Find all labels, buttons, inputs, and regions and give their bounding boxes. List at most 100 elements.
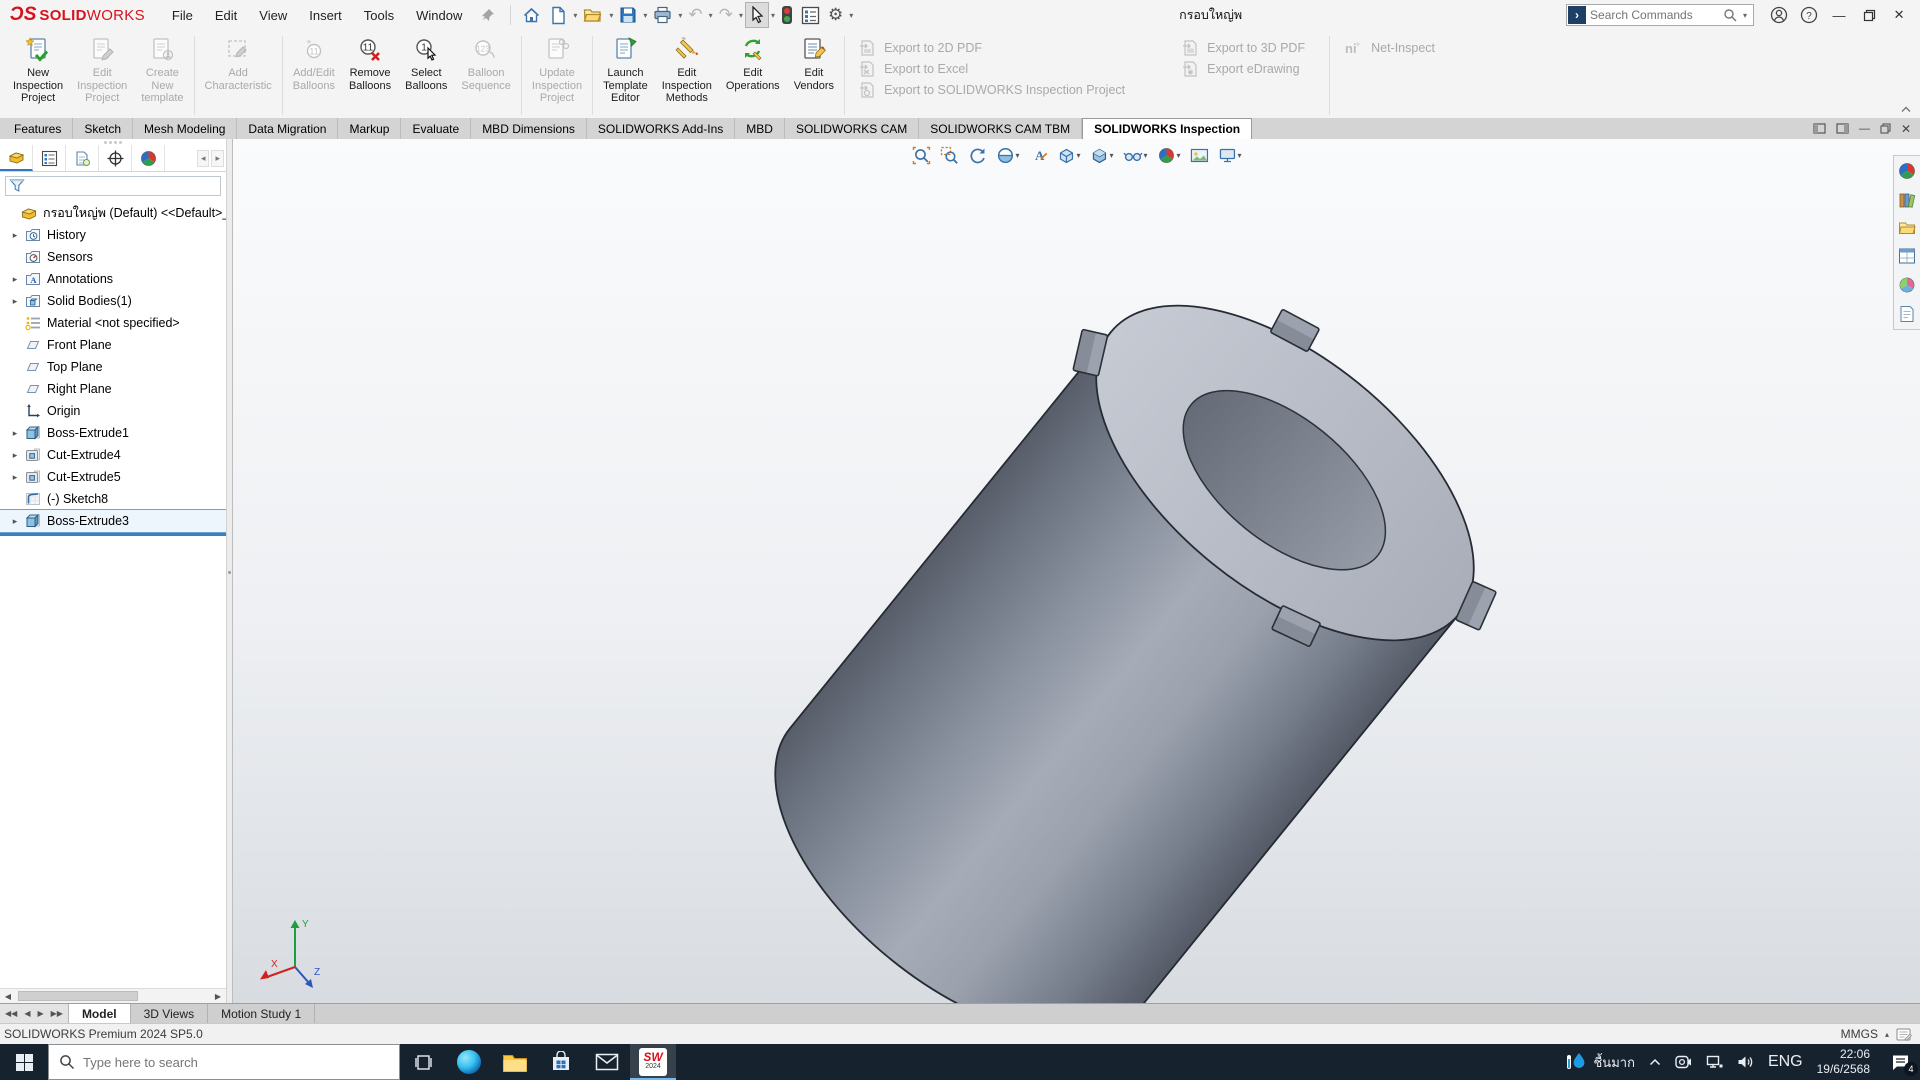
edit-vendors-button[interactable]: Edit Vendors [787, 33, 841, 118]
tab-data-migration[interactable]: Data Migration [237, 118, 338, 139]
meet-now-button[interactable] [1668, 1044, 1699, 1080]
doc-close-icon[interactable]: ✕ [1901, 122, 1911, 136]
add-characteristic-button[interactable]: Add Characteristic [198, 33, 279, 118]
menu-edit[interactable]: Edit [204, 3, 248, 28]
task-view-button[interactable] [400, 1044, 446, 1080]
displaymanager-tab[interactable] [132, 145, 165, 171]
tree-item-front-plane[interactable]: Front Plane [0, 334, 226, 356]
tree-item-root[interactable]: กรอบใหญ่พ (Default) <<Default>_Displ [0, 202, 226, 224]
last-tab-icon[interactable]: ▶▶ [48, 1008, 66, 1019]
edge-browser-button[interactable] [446, 1044, 492, 1080]
tag-editor-icon[interactable] [1896, 1027, 1912, 1042]
print-icon[interactable] [649, 2, 676, 28]
export-3d-pdf-button[interactable]: Export to 3D PDF [1181, 37, 1305, 58]
rebuild-icon[interactable] [777, 2, 797, 28]
select-tool-icon[interactable] [745, 2, 769, 28]
search-dropdown-caret[interactable]: ▾ [1743, 11, 1747, 20]
tree-item-sensors[interactable]: Sensors [0, 246, 226, 268]
menu-view[interactable]: View [248, 3, 298, 28]
scrollbar-track[interactable] [16, 989, 210, 1003]
tab-evaluate[interactable]: Evaluate [401, 118, 471, 139]
expand-arrow-icon[interactable]: ▸ [6, 428, 24, 439]
tree-item-top-plane[interactable]: Top Plane [0, 356, 226, 378]
file-explorer-button[interactable] [492, 1044, 538, 1080]
prev-tab-icon[interactable]: ◀ [21, 1008, 33, 1019]
taskbar-search[interactable] [48, 1044, 400, 1080]
edit-inspection-project-button[interactable]: Edit Inspection Project [70, 33, 134, 118]
select-dropdown-caret[interactable]: ▾ [771, 11, 775, 20]
rollback-bar[interactable] [0, 533, 226, 536]
tab-sketch[interactable]: Sketch [73, 118, 133, 139]
pane-right-icon[interactable] [1836, 123, 1849, 134]
section-view-icon[interactable]: ▾ [992, 143, 1022, 167]
menu-file[interactable]: File [161, 3, 204, 28]
new-inspection-project-button[interactable]: New Inspection Project [6, 33, 70, 118]
tree-item-boss-extrude3[interactable]: ▸ Boss-Extrude3 [0, 510, 226, 532]
expand-arrow-icon[interactable]: ▸ [6, 516, 24, 527]
tree-item-boss-extrude1[interactable]: ▸ Boss-Extrude1 [0, 422, 226, 444]
first-tab-icon[interactable]: ◀◀ [2, 1008, 20, 1019]
menu-tools[interactable]: Tools [353, 3, 405, 28]
volume-button[interactable] [1730, 1044, 1761, 1080]
tree-item-annotations[interactable]: ▸ A Annotations [0, 268, 226, 290]
zoom-to-fit-icon[interactable] [908, 143, 933, 167]
tab-solidworks-add-ins[interactable]: SOLIDWORKS Add-Ins [587, 118, 735, 139]
tab-motion-study-1[interactable]: Motion Study 1 [208, 1004, 315, 1023]
settings-gear-icon[interactable]: ⚙ [824, 2, 847, 28]
close-button[interactable]: ✕ [1884, 2, 1914, 28]
tab-model[interactable]: Model [69, 1004, 131, 1023]
dimxpertmanager-tab[interactable] [99, 145, 132, 171]
view-palette-icon[interactable] [1898, 247, 1916, 265]
tab-mbd[interactable]: MBD [735, 118, 785, 139]
export-2d-pdf-button[interactable]: Export to 2D PDF [858, 37, 1125, 58]
doc-restore-icon[interactable] [1880, 123, 1891, 134]
update-inspection-project-button[interactable]: Update Inspection Project [525, 33, 589, 118]
tree-filter-input[interactable] [5, 176, 221, 196]
export-solidworks-inspection-project-button[interactable]: Export to SOLIDWORKS Inspection Project [858, 79, 1125, 100]
start-button[interactable] [0, 1044, 48, 1080]
export-excel-button[interactable]: Export to Excel [858, 58, 1125, 79]
balloon-sequence-button[interactable]: 123 Balloon Sequence [454, 33, 518, 118]
model-3d-cylinder[interactable] [233, 139, 1920, 1003]
scroll-right-icon[interactable]: ▶ [210, 989, 226, 1003]
tab-markup[interactable]: Markup [338, 118, 401, 139]
edit-inspection-methods-button[interactable]: Edit Inspection Methods [655, 33, 719, 118]
tab-solidworks-cam-tbm[interactable]: SOLIDWORKS CAM TBM [919, 118, 1082, 139]
tab-solidworks-cam[interactable]: SOLIDWORKS CAM [785, 118, 919, 139]
launch-template-editor-button[interactable]: Launch Template Editor [596, 33, 655, 118]
open-document-icon[interactable] [579, 2, 607, 28]
featuremanager-tab[interactable] [0, 145, 33, 171]
next-tab-icon[interactable]: ▶ [34, 1008, 46, 1019]
edit-appearance-icon[interactable]: ▾ [1154, 143, 1184, 167]
dynamic-annotation-views-icon[interactable]: A [1025, 143, 1050, 167]
account-icon[interactable] [1764, 2, 1794, 28]
language-indicator[interactable]: ENG [1761, 1044, 1810, 1080]
appearances-scenes-icon[interactable] [1898, 276, 1916, 294]
expand-arrow-icon[interactable]: ▸ [6, 450, 24, 461]
clock[interactable]: 22:06 19/6/2568 [1810, 1044, 1880, 1080]
scroll-left-icon[interactable]: ◀ [0, 989, 16, 1003]
previous-view-icon[interactable] [964, 143, 989, 167]
pane-left-icon[interactable] [1813, 123, 1826, 134]
tab-mesh-modeling[interactable]: Mesh Modeling [133, 118, 237, 139]
edit-operations-button[interactable]: Edit Operations [719, 33, 787, 118]
tree-item-material[interactable]: Material <not specified> [0, 312, 226, 334]
redo-dropdown-caret[interactable]: ▾ [739, 11, 743, 20]
create-new-template-button[interactable]: Create New template [134, 33, 190, 118]
search-icon[interactable] [1723, 8, 1737, 22]
net-inspect-button[interactable]: ni Net-Inspect [1343, 37, 1435, 58]
custom-properties-icon[interactable] [1898, 305, 1916, 323]
dropdown-caret[interactable]: ▾ [1238, 151, 1242, 160]
propertymanager-tab[interactable] [33, 145, 66, 171]
view-settings-icon[interactable]: ▾ [1215, 143, 1245, 167]
action-center-button[interactable]: 4 [1880, 1044, 1920, 1080]
add-edit-balloons-button[interactable]: 11 Add/Edit Balloons [286, 33, 342, 118]
view-orientation-icon[interactable]: ▾ [1053, 143, 1083, 167]
tree-item-solid-bodies[interactable]: ▸ Solid Bodies(1) [0, 290, 226, 312]
undo-icon[interactable]: ↶ [684, 2, 706, 28]
expand-arrow-icon[interactable]: ▸ [6, 296, 24, 307]
new-dropdown-caret[interactable]: ▾ [573, 11, 577, 20]
new-document-icon[interactable] [545, 2, 571, 28]
undo-dropdown-caret[interactable]: ▾ [709, 11, 713, 20]
remove-balloons-button[interactable]: 11 Remove Balloons [342, 33, 398, 118]
